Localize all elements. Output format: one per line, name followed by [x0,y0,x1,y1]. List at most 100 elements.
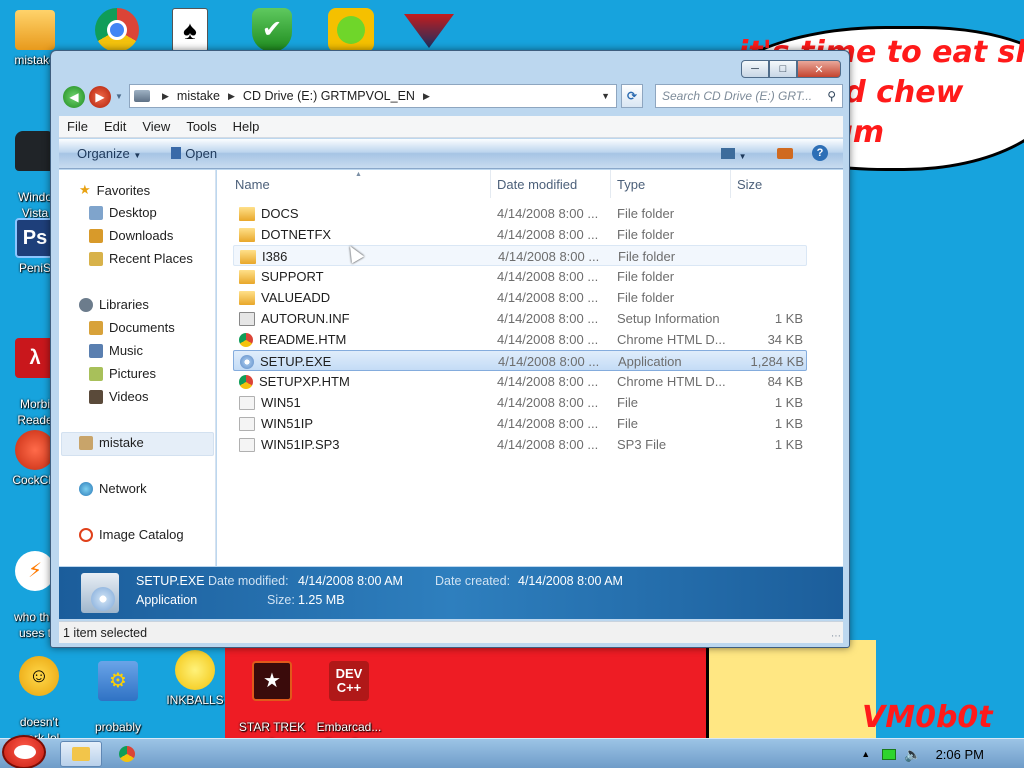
volume-icon[interactable]: 🔈 [904,746,921,763]
file-type: Setup Information [617,311,720,326]
column-header-name[interactable]: Name [229,170,491,198]
menu-view[interactable]: View [142,119,170,134]
back-button[interactable]: ◀ [63,86,85,108]
preview-pane-button[interactable] [777,148,793,159]
start-button[interactable] [2,735,46,768]
taskbar-explorer-button[interactable] [60,741,102,767]
menu-file[interactable]: File [67,119,88,134]
documents-icon [89,320,103,335]
file-name: SETUP.EXE [260,354,332,369]
nav-recent-places[interactable]: Recent Places [89,251,193,266]
minimize-button[interactable]: ─ [741,60,769,78]
show-hidden-icons-button[interactable]: ▲ [861,749,870,759]
menu-edit[interactable]: Edit [104,119,126,134]
back-arrow-icon: ◀ [69,90,79,104]
file-date: 4/14/2008 8:00 ... [497,206,599,221]
security-shield-icon[interactable]: ✔ [252,8,292,52]
nav-music[interactable]: Music [89,343,143,358]
heart-w-logo-icon[interactable] [404,14,454,48]
column-header-label: Size [737,176,763,192]
nav-desktop[interactable]: Desktop [89,205,157,220]
breadcrumb-chevron-icon: ▶ [228,90,235,101]
nav-documents[interactable]: Documents [89,320,175,335]
column-header-type[interactable]: Type [611,170,731,198]
file-name-cell: README.HTM [239,329,487,350]
refresh-button[interactable]: ⟳ [621,84,643,108]
desktop-icon [89,205,103,220]
chrome-icon[interactable] [95,8,139,52]
file-row[interactable]: I386 4/14/2008 8:00 ... File folder [233,245,807,266]
maximize-button[interactable]: □ [769,60,797,78]
file-row[interactable]: DOTNETFX 4/14/2008 8:00 ... File folder [233,224,807,245]
network-status-icon[interactable] [882,748,897,760]
nav-label: mistake [99,435,144,450]
nav-pictures[interactable]: Pictures [89,366,156,381]
address-bar[interactable]: ▶ mistake ▶ CD Drive (E:) GRTMPVOL_EN ▶ … [129,84,617,108]
nav-downloads[interactable]: Downloads [89,228,173,243]
column-header-size[interactable]: Size [731,170,807,198]
recent-pages-dropdown[interactable]: ▼ [115,92,123,101]
desktop-icon-inkballs[interactable]: INKBALLS [160,650,230,708]
forward-button[interactable]: ▶ [89,86,111,108]
file-row[interactable]: SETUP.EXE 4/14/2008 8:00 ... Application 1,… [233,350,807,371]
nav-label: Network [99,481,147,496]
address-row: ◀ ▶ ▼ ▶ mistake ▶ CD Drive (E:) GRTMPVOL… [59,84,843,110]
file-type: Chrome HTML D... [617,332,726,347]
column-header-date[interactable]: Date modified [491,170,611,198]
open-label: Open [185,146,218,161]
wallpaper-yellow-block [706,640,876,745]
menu-help[interactable]: Help [233,119,260,134]
address-dropdown-icon[interactable]: ▼ [601,91,610,101]
file-row[interactable]: VALUEADD 4/14/2008 8:00 ... File folder [233,287,807,308]
file-row[interactable]: README.HTM 4/14/2008 8:00 ... Chrome HTML … [233,329,807,350]
file-name: README.HTM [259,332,347,347]
details-date-created-label: Date created: [435,574,511,588]
devcpp-icon: DEV C++ [329,661,369,701]
angry-birds-pig-icon[interactable] [328,8,374,52]
pdf-reader-icon: λ [15,338,55,378]
nav-mistake[interactable]: mistake [79,435,144,450]
nav-favorites[interactable]: ★ Favorites [79,182,150,198]
file-row[interactable]: SUPPORT 4/14/2008 8:00 ... File folder [233,266,807,287]
file-row[interactable]: WIN51 4/14/2008 8:00 ... File 1 KB [233,392,807,413]
application-icon [81,573,119,613]
view-options-button[interactable]: ▼ [721,147,747,162]
nav-label: Downloads [109,228,174,243]
image-catalog-icon [79,527,93,542]
file-row[interactable]: WIN51IP 4/14/2008 8:00 ... File 1 KB [233,413,807,434]
file-name: VALUEADD [261,290,331,305]
open-button[interactable]: Open [171,146,217,161]
details-type: Application [136,593,198,607]
nav-image-catalog[interactable]: Image Catalog [79,527,184,542]
file-row[interactable]: SETUPXP.HTM 4/14/2008 8:00 ... Chrome HTML… [233,371,807,392]
search-input[interactable]: Search CD Drive (E:) GRT... ⚲ [655,84,843,108]
breadcrumb-item[interactable]: CD Drive (E:) GRTMPVOL_EN [243,89,415,103]
column-header-label: Date modified [497,176,578,192]
file-type: Chrome HTML D... [617,374,726,389]
resize-grip-icon[interactable]: ⋯ [831,631,841,642]
setup-info-icon [239,311,255,326]
nav-videos[interactable]: Videos [89,389,149,404]
file-row[interactable]: DOCS 4/14/2008 8:00 ... File folder [233,203,807,224]
close-button[interactable]: ✕ [797,60,841,78]
breadcrumb-chevron-icon: ▶ [422,90,430,101]
clock[interactable]: 2:06 PM [936,747,984,762]
solitaire-icon[interactable]: ♠ [172,8,208,52]
help-button[interactable]: ? [812,145,828,161]
file-type: File [617,416,638,431]
taskbar-chrome-button[interactable] [106,741,148,767]
file-name: WIN51IP [261,416,314,431]
organize-button[interactable]: Organize ▼ [77,146,141,161]
nav-label: Videos [109,389,149,404]
menu-tools[interactable]: Tools [186,119,216,134]
file-type: Application [618,354,682,369]
file-row[interactable]: AUTORUN.INF 4/14/2008 8:00 ... Setup Infor… [233,308,807,329]
nav-label: Pictures [109,366,156,381]
nav-libraries[interactable]: Libraries [79,297,149,312]
file-type: File folder [618,249,676,264]
nav-network[interactable]: Network [79,481,147,496]
file-row[interactable]: WIN51IP.SP3 4/14/2008 8:00 ... SP3 File 1 K… [233,434,807,455]
breadcrumb-item[interactable]: mistake [177,89,220,103]
chrome-html-icon [239,332,253,347]
file-size: 1 KB [774,416,803,431]
